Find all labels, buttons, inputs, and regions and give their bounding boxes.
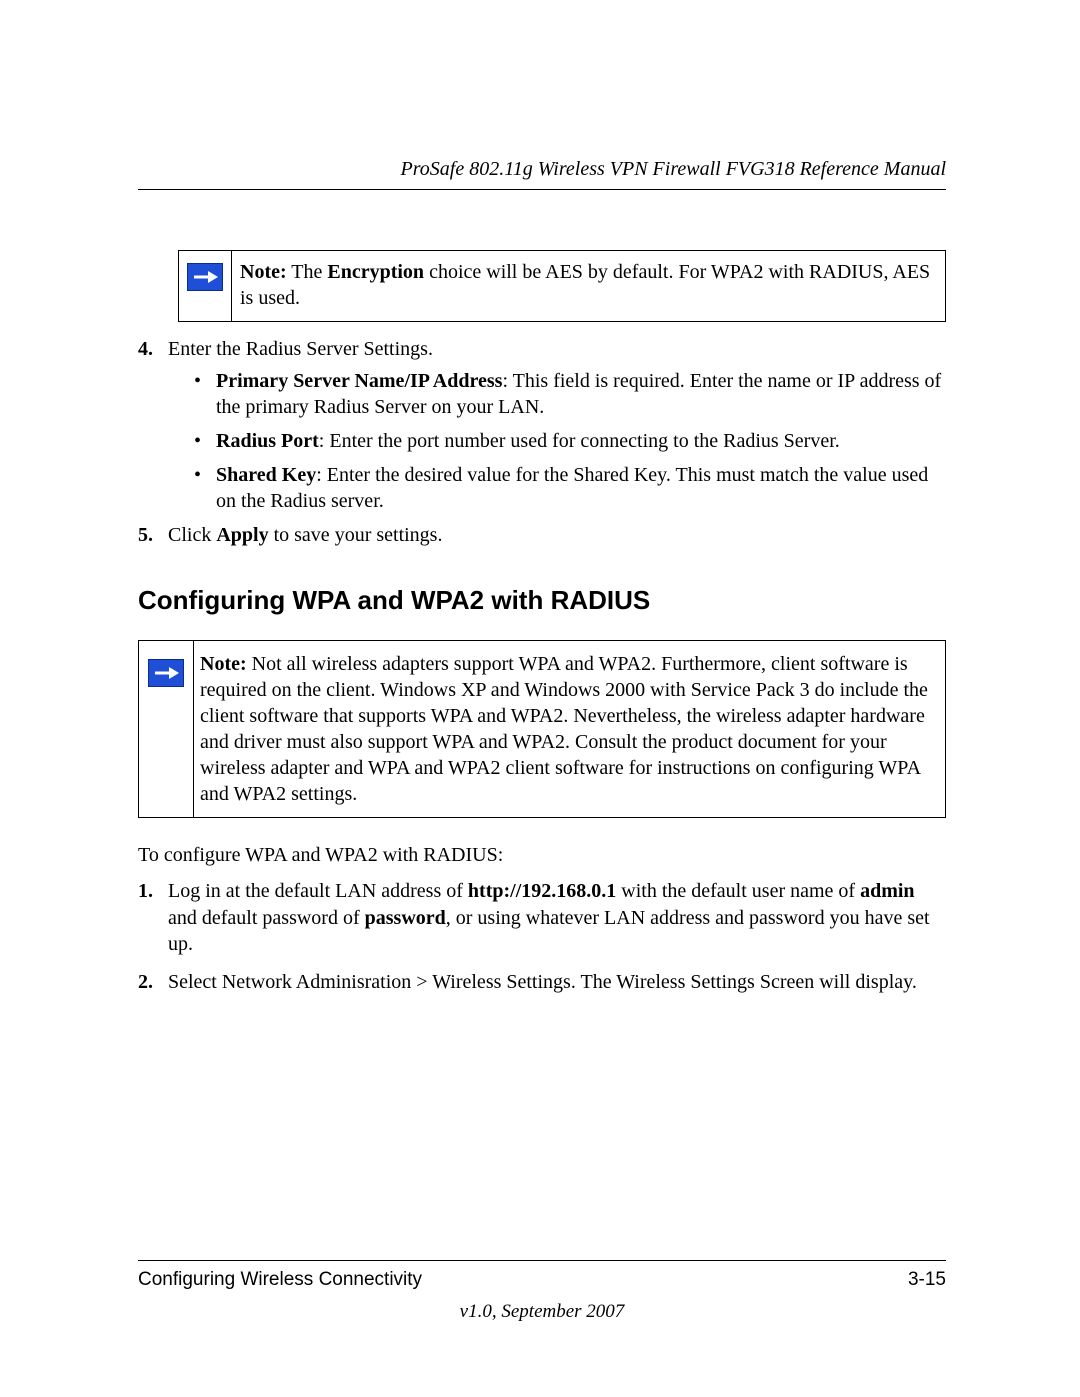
bullet-bold: Shared Key [216, 464, 316, 486]
note-text: Not all wireless adapters support WPA an… [200, 653, 928, 805]
note-bold: Encryption [327, 261, 424, 283]
note-box-wpa-support: Note: Not all wireless adapters support … [138, 640, 946, 818]
note-label: Note: [240, 261, 287, 283]
section-heading: Configuring WPA and WPA2 with RADIUS [138, 585, 946, 616]
page-footer: Configuring Wireless Connectivity 3-15 v… [138, 1260, 946, 1323]
footer-page-number: 3-15 [908, 1269, 946, 1291]
note-body: Note: Not all wireless adapters support … [194, 641, 945, 817]
t2: with the default user name of [616, 880, 860, 902]
footer-version: v1.0, September 2007 [138, 1301, 946, 1323]
config-intro: To configure WPA and WPA2 with RADIUS: [138, 842, 946, 868]
t1: Log in at the default LAN address of [168, 880, 468, 902]
arrow-right-icon [148, 659, 184, 687]
note-icon-cell [179, 251, 232, 321]
footer-left: Configuring Wireless Connectivity [138, 1269, 422, 1291]
bullet-radius-port: Radius Port: Enter the port number used … [194, 428, 946, 454]
steps-continued: Enter the Radius Server Settings. Primar… [138, 336, 946, 549]
bullet-rest: : Enter the port number used for connect… [319, 430, 840, 452]
bullet-rest: : Enter the desired value for the Shared… [216, 464, 928, 512]
note-text-before: The [287, 261, 328, 283]
t3: and default password of [168, 907, 365, 929]
bullet-bold: Primary Server Name/IP Address [216, 370, 502, 392]
footer-row: Configuring Wireless Connectivity 3-15 [138, 1269, 946, 1291]
note-body: Note: The Encryption choice will be AES … [232, 251, 945, 321]
step-5-after: to save your settings. [269, 524, 443, 546]
page: ProSafe 802.11g Wireless VPN Firewall FV… [0, 0, 1080, 1397]
step-4-bullets: Primary Server Name/IP Address: This fie… [194, 368, 946, 514]
config-steps: Log in at the default LAN address of htt… [138, 878, 946, 996]
bullet-primary-server: Primary Server Name/IP Address: This fie… [194, 368, 946, 420]
note-icon-cell [139, 641, 194, 817]
b3: password [365, 907, 446, 929]
config-step-1: Log in at the default LAN address of htt… [138, 878, 946, 957]
footer-rule [138, 1260, 946, 1261]
bullet-shared-key: Shared Key: Enter the desired value for … [194, 462, 946, 514]
b2: admin [860, 880, 914, 902]
config-step-2: Select Network Adminisration > Wireless … [138, 969, 946, 995]
step-4-intro: Enter the Radius Server Settings. [168, 338, 433, 360]
step-5: Click Apply to save your settings. [138, 522, 946, 548]
step-5-before: Click [168, 524, 216, 546]
step-5-bold: Apply [216, 524, 268, 546]
page-header: ProSafe 802.11g Wireless VPN Firewall FV… [138, 158, 946, 190]
bullet-bold: Radius Port [216, 430, 319, 452]
step-4: Enter the Radius Server Settings. Primar… [138, 336, 946, 514]
b1: http://192.168.0.1 [468, 880, 616, 902]
note-box-encryption: Note: The Encryption choice will be AES … [178, 250, 946, 322]
arrow-right-icon [187, 263, 223, 291]
note-label: Note: [200, 653, 247, 675]
